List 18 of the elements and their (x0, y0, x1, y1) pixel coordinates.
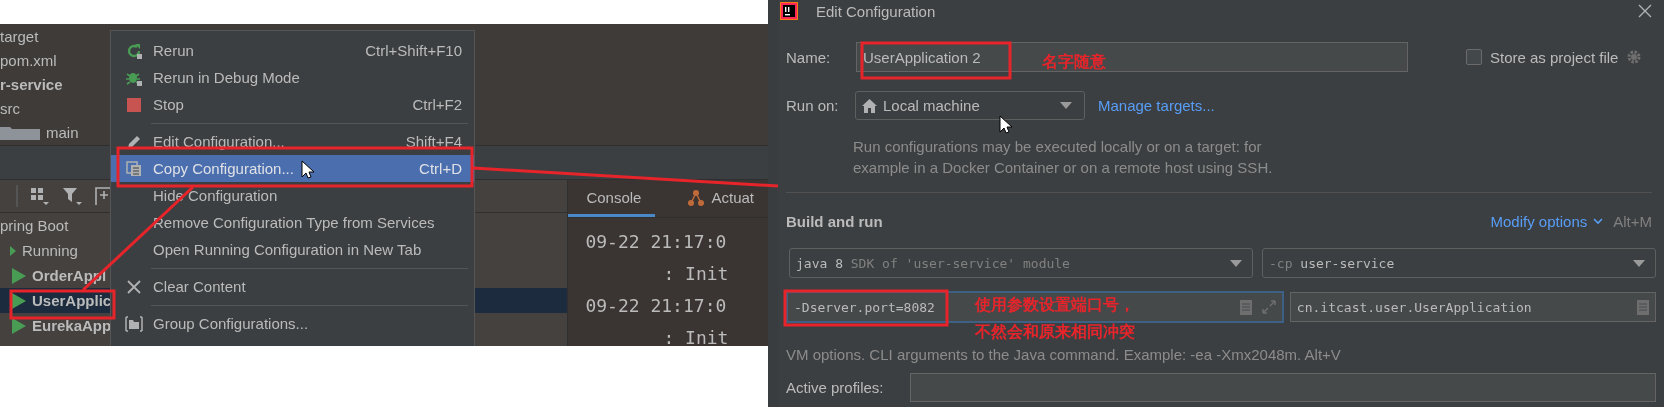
annotation-text: 使用参数设置端口号， (975, 295, 1135, 314)
service-name: UserApplic (32, 292, 112, 309)
console-line: : Init (663, 329, 729, 346)
console-line: 09-22 21:17:0 (585, 297, 727, 315)
shortcut-hint: Alt+M (1613, 212, 1652, 230)
service-name: EurekaApp (32, 317, 112, 334)
window-title: Edit Configuration (816, 2, 937, 20)
console-line: 09-22 21:17:0 (585, 233, 727, 251)
field-label: Run on: (786, 97, 840, 114)
section-heading: Build and run (786, 212, 884, 230)
annotation-text: 名字随意 (1042, 52, 1106, 71)
console-line: : Init (663, 265, 729, 283)
help-text: Run configurations may be executed locally or on a target: for example in a Docker Container or on a remote host using SSH. (853, 137, 1274, 178)
annotation-text: 不然会和原来相同冲突 (975, 322, 1135, 341)
help-text: VM options. CLI arguments to the Java command. Example: -ea -Xmx2048m. Alt+V (786, 345, 1342, 365)
field-label: Active profiles: (786, 379, 885, 396)
field-label: Name: (786, 48, 832, 66)
checkbox-label: Store as project file (1490, 48, 1619, 66)
